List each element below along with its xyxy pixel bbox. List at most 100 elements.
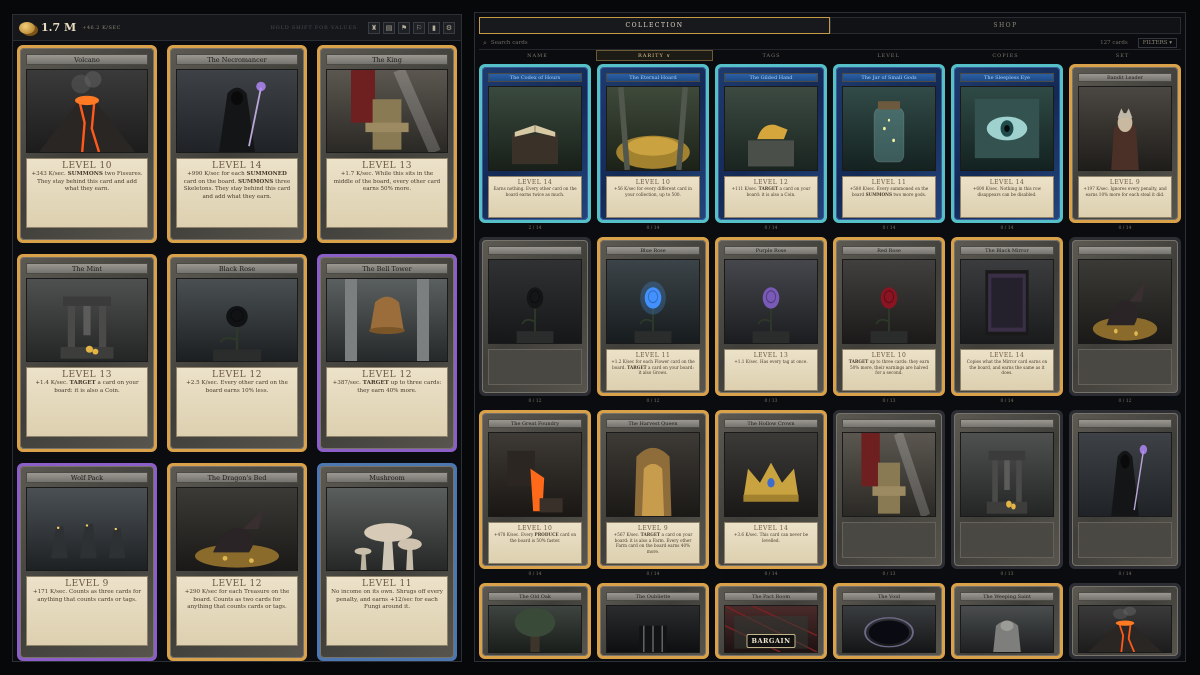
card-frame: Bandit Leader LEVEL 9 +197 K/sec. Ignores … [1072, 67, 1178, 220]
card-text-panel: LEVEL 9 +567 K/sec. TARGET a card on your… [606, 522, 700, 564]
tab-collection[interactable]: COLLECTION [479, 17, 830, 34]
card-text-panel: LEVEL 12 +387/sec. TARGET up to three car… [326, 367, 448, 437]
search-bar: ⌕ Search cards 127 cards FILTERS ▾ [479, 37, 1181, 50]
search-input[interactable]: Search cards [491, 40, 528, 46]
card-name: Wolf Pack [26, 472, 148, 483]
card-description: +111 K/sec. TARGET a card on your board:… [731, 186, 811, 197]
card[interactable]: Black Rose LEVEL 12 +2.5 K/sec. Every othe… [167, 254, 307, 452]
currency-total: 1.7 M [41, 21, 77, 34]
card[interactable]: The Codex of Hours LEVEL 14 Earns nothing.… [479, 64, 591, 223]
card[interactable]: The Mint LEVEL 13 +1.4 K/sec. TARGET a car… [17, 254, 157, 452]
card[interactable]: The Harvest Queen LEVEL 9 +567 K/sec. TARG… [597, 410, 709, 569]
stats-icon[interactable]: ▮ [428, 21, 440, 34]
card-level: LEVEL 13 [62, 370, 112, 380]
card-frame: The Hollow Crown LEVEL 14 +3.6 K/sec. This… [718, 413, 824, 566]
card-text-panel: LEVEL 13 +1.1 K/sec. Has every tag at onc… [724, 349, 818, 391]
card-frame [836, 413, 942, 566]
card[interactable]: The Bell Tower LEVEL 12 +387/sec. TARGET u… [317, 254, 457, 452]
copies-count: 0 / 13 [764, 399, 778, 404]
sort-level[interactable]: LEVEL [830, 50, 947, 61]
card-level: LEVEL 14 [989, 179, 1025, 186]
card[interactable]: Purple Rose LEVEL 13 +1.1 K/sec. Has every… [715, 237, 827, 396]
card-name: Blue Rose [606, 246, 700, 255]
card-text-panel: LEVEL 11 No income on its own. Shrugs off… [326, 576, 448, 646]
shift-hint: HOLD SHIFT FOR VALUES [270, 24, 357, 31]
card-text-placeholder [1078, 349, 1172, 385]
card[interactable] [833, 410, 945, 569]
card[interactable]: The Pact Room BARGAIN [715, 583, 827, 659]
card-frame: The Pact Room BARGAIN [718, 586, 824, 656]
card-name: The King [326, 54, 448, 65]
card[interactable]: Blue Rose LEVEL 11 +1.2 K/sec for each Flo… [597, 237, 709, 396]
card[interactable]: The Great Foundry LEVEL 10 +478 K/sec. Eve… [479, 410, 591, 569]
copies-count: 0 / 14 [1000, 399, 1014, 404]
card[interactable]: The Eternal Hoard LEVEL 10 +56 K/sec for e… [597, 64, 709, 223]
card[interactable]: The Necromancer LEVEL 14 +990 K/sec for ea… [167, 45, 307, 243]
resource-bar: 1.7 M +46.2 K/SEC HOLD SHIFT FOR VALUES … [13, 15, 461, 41]
card[interactable] [1069, 237, 1181, 396]
card[interactable]: Volcano LEVEL 10 +343 K/sec. SUMMONS two F… [17, 45, 157, 243]
card[interactable] [479, 237, 591, 396]
card-frame: Blue Rose LEVEL 11 +1.2 K/sec for each Flo… [600, 240, 706, 393]
card-art [960, 605, 1054, 653]
card-name [842, 419, 936, 428]
card[interactable]: The Jar of Small Gods LEVEL 11 +580 K/sec.… [833, 64, 945, 223]
trophy-icon[interactable]: ♜ [368, 21, 380, 34]
card-description: +197 K/sec. Ignores every penalty, and e… [1083, 186, 1167, 197]
card-text-panel: LEVEL 10 +56 K/sec for every different ca… [606, 176, 700, 218]
card-level: LEVEL 10 [635, 179, 671, 186]
card-art [1078, 432, 1172, 517]
card-art [724, 259, 818, 344]
board-panel: 1.7 M +46.2 K/SEC HOLD SHIFT FOR VALUES … [12, 14, 462, 662]
card[interactable]: The Dragon's Bed LEVEL 12 +290 K/sec for e… [167, 463, 307, 661]
book-icon[interactable]: ▤ [383, 21, 395, 34]
card[interactable]: The Oubliette [597, 583, 709, 659]
card[interactable]: The Sleepless Eye LEVEL 14 +600 K/sec. Not… [951, 64, 1063, 223]
card[interactable]: The King LEVEL 13 +1.7 K/sec. While this s… [317, 45, 457, 243]
sort-tags[interactable]: TAGS [713, 50, 830, 61]
card[interactable]: Red Rose LEVEL 10 TARGET up to three cards… [833, 237, 945, 396]
card[interactable]: The Weeping Saint [951, 583, 1063, 659]
card-level: LEVEL 12 [362, 370, 412, 380]
gear-icon[interactable]: ⚙ [443, 21, 455, 34]
sort-copies[interactable]: COPIES [947, 50, 1064, 61]
card-name: Bandit Leader [1078, 73, 1172, 82]
card-text-panel: LEVEL 12 +2.5 K/sec. Every other card on … [176, 367, 298, 437]
card-name [1078, 592, 1172, 601]
card[interactable] [1069, 410, 1181, 569]
card[interactable]: The Void [833, 583, 945, 659]
card[interactable]: The Black Mirror LEVEL 14 Copies what the … [951, 237, 1063, 396]
sort-name[interactable]: NAME [479, 50, 596, 61]
card[interactable] [1069, 583, 1181, 659]
card[interactable]: The Old Oak [479, 583, 591, 659]
card-text-panel: LEVEL 10 +478 K/sec. Every PRODUCE card o… [488, 522, 582, 564]
card-frame: The Oubliette [600, 586, 706, 656]
flag-icon[interactable]: ⚑ [398, 21, 410, 34]
card-art [606, 432, 700, 517]
card-text-placeholder [1078, 522, 1172, 558]
card[interactable]: The Hollow Crown LEVEL 14 +3.6 K/sec. This… [715, 410, 827, 569]
sort-set[interactable]: SET [1064, 50, 1181, 61]
card-art [842, 432, 936, 517]
card[interactable]: Mushroom LEVEL 11 No income on its own. Sh… [317, 463, 457, 661]
card-text-panel: LEVEL 9 +197 K/sec. Ignores every penalty… [1078, 176, 1172, 218]
collection-panel: COLLECTION SHOP ⌕ Search cards 127 cards… [474, 12, 1186, 662]
card-description: +600 K/sec. Nothing in this row disappea… [972, 186, 1042, 197]
filters-button[interactable]: FILTERS ▾ [1137, 38, 1177, 48]
card-art [326, 69, 448, 153]
card-frame: The Codex of Hours LEVEL 14 Earns nothing.… [482, 67, 588, 220]
card[interactable] [951, 410, 1063, 569]
banner-icon[interactable]: ⚐ [413, 21, 425, 34]
card-text-panel: LEVEL 14 Copies what the Mirror card earn… [960, 349, 1054, 391]
copies-count: 0 / 13 [1000, 572, 1014, 577]
card[interactable]: Wolf Pack LEVEL 9 +171 K/sec. Counts as th… [17, 463, 157, 661]
card-text-panel: LEVEL 10 +343 K/sec. SUMMONS two Fissures… [26, 158, 148, 228]
tab-shop[interactable]: SHOP [830, 17, 1181, 34]
sort-rarity[interactable]: RARITY ∨ [596, 50, 713, 61]
card-name: The Old Oak [488, 592, 582, 601]
card-frame [1072, 413, 1178, 566]
card-frame [482, 240, 588, 393]
card[interactable]: The Gilded Hand LEVEL 12 +111 K/sec. TARGE… [715, 64, 827, 223]
card[interactable]: Bandit Leader LEVEL 9 +197 K/sec. Ignores … [1069, 64, 1181, 223]
card-frame: The Old Oak [482, 586, 588, 656]
